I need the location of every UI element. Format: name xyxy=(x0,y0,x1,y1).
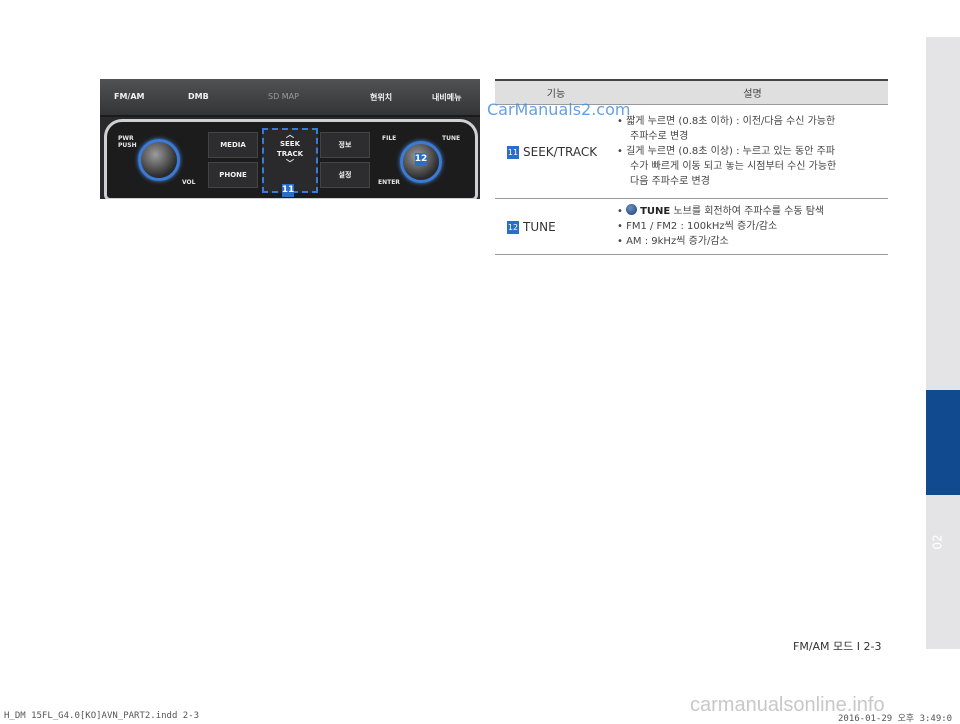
side-tab-highlight xyxy=(926,390,960,495)
volume-knob xyxy=(138,139,180,181)
current-location-button: 현위치 xyxy=(370,93,393,102)
row-number-badge: 11 xyxy=(507,145,519,159)
description-line: • AM : 9kHz씩 증가/감소 xyxy=(617,236,729,247)
watermark: CarManuals2.com xyxy=(487,100,631,119)
setup-button: 설정 xyxy=(320,162,370,188)
info-button: 정보 xyxy=(320,132,370,158)
phone-button: PHONE xyxy=(208,162,258,188)
function-cell: 12 TUNE xyxy=(495,198,617,255)
row-number-badge: 12 xyxy=(507,220,519,234)
header-description: 설명 xyxy=(617,79,888,105)
media-button: MEDIA xyxy=(208,132,258,158)
description-line: • 짧게 누르면 (0.8초 이하) : 이전/다음 수신 가능한 xyxy=(617,116,836,127)
chapter-tab: 02 xyxy=(930,534,945,550)
file-label: FILE xyxy=(382,135,397,142)
pwr-push-label: PWR PUSH xyxy=(118,135,137,149)
footer-file-info: H_DM 15FL_G4.0[KO]AVN_PART2.indd 2-3 xyxy=(4,711,200,721)
navi-menu-button: 내비메뉴 xyxy=(432,93,462,102)
table-row: 12 TUNE • TUNE 노브를 회전하여 주파수를 수동 탐색 • FM1 … xyxy=(495,198,888,255)
description-line: • TUNE 노브를 회전하여 주파수를 수동 탐색 xyxy=(617,204,825,217)
side-tab-strip: 02 xyxy=(926,37,960,649)
footer-timestamp: 2016-01-29 오후 3:49:0 xyxy=(838,714,953,724)
fm-am-button: FM/AM xyxy=(114,92,145,101)
down-arrow-icon: ﹀ xyxy=(286,159,294,168)
page-number: FM/AM 모드 I 2-3 xyxy=(793,640,882,653)
description-cell: • TUNE 노브를 회전하여 주파수를 수동 탐색 • FM1 / FM2 :… xyxy=(617,198,888,255)
description-line: 다음 주파수로 변경 xyxy=(630,176,710,187)
tune-knob-icon xyxy=(626,204,638,215)
panel-top-bar: FM/AM DMB SD MAP 현위치 내비메뉴 xyxy=(100,79,480,117)
up-arrow-icon: ︿ xyxy=(286,130,294,139)
description-line: 주파수로 변경 xyxy=(630,131,689,142)
callout-badge-12: 12 xyxy=(414,153,428,166)
description-cell: • 짧게 누르면 (0.8초 이하) : 이전/다음 수신 가능한 주파수로 변… xyxy=(617,104,888,199)
callout-badge-11: 11 xyxy=(281,184,295,197)
enter-label: ENTER xyxy=(378,179,400,186)
description-line: 수가 빠르게 이동 되고 놓는 시점부터 수신 가능한 xyxy=(630,161,837,172)
vol-label: VOL xyxy=(182,179,196,186)
function-name: TUNE xyxy=(523,219,556,234)
description-line: • 길게 누르면 (0.8초 이상) : 누르고 있는 동안 주파 xyxy=(617,146,835,157)
function-name: SEEK/TRACK xyxy=(523,144,598,159)
control-panel-photo: FM/AM DMB SD MAP 현위치 내비메뉴 PWR PUSH VOL ME… xyxy=(100,79,480,199)
description-line: • FM1 / FM2 : 100kHz씩 증가/감소 xyxy=(617,221,778,232)
dmb-button: DMB xyxy=(188,92,209,101)
tune-label: TUNE xyxy=(442,135,461,142)
sd-map-label: SD MAP xyxy=(268,92,299,101)
